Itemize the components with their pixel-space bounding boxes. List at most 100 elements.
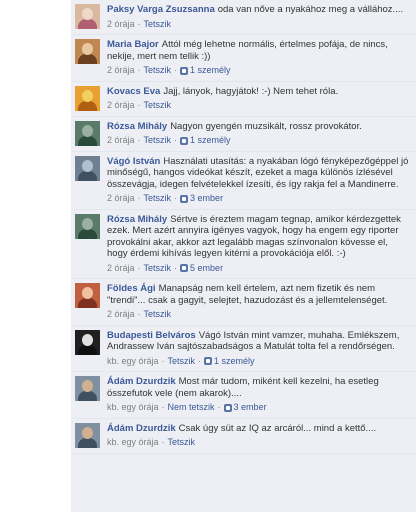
like-link[interactable]: Tetszik	[144, 263, 172, 275]
comment-content: Ádám Dzurdzik Most már tudom, miként kell…	[107, 376, 410, 414]
comment-content: Vágó István Használati utasítás: a nyakáb…	[107, 156, 410, 205]
avatar[interactable]	[75, 155, 100, 181]
separator: ·	[161, 355, 165, 366]
separator: ·	[137, 262, 141, 273]
thumbs-up-icon	[180, 194, 189, 203]
avatar[interactable]	[75, 329, 100, 355]
comment-text: Csak úgy süt az IQ az arcáról... mind a …	[178, 422, 377, 434]
comment-author[interactable]: Maria Bajor	[107, 39, 159, 50]
comment-timestamp: kb. egy órája	[107, 355, 159, 366]
thumbs-up-icon	[180, 66, 189, 75]
like-count[interactable]: 1 személy	[180, 65, 231, 77]
like-count[interactable]: 5 ember	[180, 263, 223, 275]
avatar[interactable]	[75, 4, 100, 29]
separator: ·	[174, 262, 178, 273]
comment-meta: 2 órája · Tetszik · 1 személy	[107, 135, 410, 147]
comment-timestamp: 2 órája	[107, 262, 135, 273]
like-link[interactable]: Tetszik	[144, 193, 172, 205]
like-count[interactable]: 3 ember	[180, 193, 223, 205]
comment: Paksy Varga Zsuzsanna oda van nőve a nyak…	[71, 0, 416, 35]
thumbs-up-icon	[223, 403, 232, 412]
like-link[interactable]: Tetszik	[144, 135, 172, 147]
separator: ·	[137, 135, 141, 145]
comment-author[interactable]: Vágó István	[107, 156, 160, 167]
comment-content: Budapesti Belváros Vágó István mint vamze…	[107, 330, 410, 368]
avatar[interactable]	[75, 422, 100, 448]
comment-timestamp: kb. egy órája	[107, 437, 159, 447]
thumbs-up-icon	[180, 136, 189, 145]
comment-meta: 2 órája · Tetszik	[107, 19, 410, 31]
comment-meta: 2 órája · Tetszik · 1 személy	[107, 65, 410, 77]
separator: ·	[217, 402, 221, 412]
like-count[interactable]: 1 személy	[204, 356, 255, 368]
avatar[interactable]	[75, 283, 100, 308]
comment-author[interactable]: Rózsa Mihály	[107, 214, 167, 225]
comment-text: oda van nőve a nyakához meg a vállához..…	[217, 4, 404, 15]
comment-content: Paksy Varga Zsuzsanna oda van nőve a nyak…	[107, 4, 410, 30]
comment-author[interactable]: Budapesti Belváros	[107, 330, 196, 341]
comment-timestamp: 2 órája	[107, 309, 135, 319]
comment-timestamp: 2 órája	[107, 100, 135, 110]
avatar[interactable]	[75, 213, 100, 239]
comment-meta: 2 órája · Tetszik	[107, 309, 410, 321]
comment-timestamp: kb. egy órája	[107, 402, 159, 412]
comment-content: Rózsa Mihály Sértve is éreztem magam tegn…	[107, 214, 410, 275]
comment: Rózsa Mihály Sértve is éreztem magam tegn…	[71, 210, 416, 279]
separator: ·	[174, 193, 178, 203]
avatar[interactable]	[75, 39, 100, 64]
comment-meta: 2 órája · Tetszik	[107, 100, 410, 112]
comment-content: Rózsa Mihály Nagyon gyengén muzsikált, ro…	[107, 121, 410, 147]
comment-content: Ádám Dzurdzik Csak úgy süt az IQ az arcár…	[107, 423, 410, 449]
comment-author[interactable]: Rózsa Mihály	[107, 121, 167, 132]
like-link[interactable]: Nem tetszik	[168, 402, 215, 414]
comment-author[interactable]: Kovacs Eva	[107, 86, 160, 97]
comment-author[interactable]: Ádám Dzurdzik	[107, 376, 176, 387]
like-count[interactable]: 3 ember	[223, 402, 267, 414]
avatar[interactable]	[75, 376, 100, 401]
comment-content: Földes Ági Manapság nem kell értelem, azt…	[107, 283, 410, 321]
comment: Rózsa Mihály Nagyon gyengén muzsikált, ro…	[71, 117, 416, 152]
comment-author[interactable]: Paksy Varga Zsuzsanna	[107, 4, 215, 15]
comment-timestamp: 2 órája	[107, 18, 135, 29]
separator: ·	[137, 65, 141, 75]
separator: ·	[174, 135, 178, 145]
like-count-label: 1 személy	[214, 355, 255, 366]
comment-thread: Paksy Varga Zsuzsanna oda van nőve a nyak…	[71, 0, 416, 512]
like-link[interactable]: Tetszik	[168, 356, 196, 368]
like-link[interactable]: Tetszik	[144, 19, 172, 31]
comment-meta: kb. egy órája · Tetszik · 1 személy	[107, 356, 410, 368]
like-link[interactable]: Tetszik	[144, 65, 172, 77]
comment-text: Nagyon gyengén muzsikált, rossz provokát…	[170, 120, 362, 132]
like-count-label: 3 ember	[233, 402, 267, 412]
like-count-label: 1 személy	[190, 65, 231, 75]
comment-content: Kovacs Eva Jajj, lányok, hagyjátok! :-) N…	[107, 86, 410, 112]
like-link[interactable]: Tetszik	[144, 100, 172, 112]
like-count-label: 5 ember	[190, 262, 224, 273]
comment-meta: kb. egy órája · Nem tetszik · 3 ember	[107, 402, 410, 414]
like-link[interactable]: Tetszik	[144, 309, 172, 321]
avatar[interactable]	[75, 120, 100, 146]
separator: ·	[137, 18, 141, 29]
separator: ·	[161, 437, 165, 447]
like-count[interactable]: 1 személy	[180, 135, 231, 147]
thumbs-up-icon	[204, 357, 213, 366]
separator: ·	[174, 65, 178, 75]
comment-meta: 2 órája · Tetszik · 3 ember	[107, 193, 410, 205]
comment-meta: 2 órája · Tetszik · 5 ember	[107, 263, 410, 275]
separator: ·	[161, 402, 165, 412]
comment: Földes Ági Manapság nem kell értelem, azt…	[71, 279, 416, 326]
like-count-label: 3 ember	[190, 193, 224, 203]
like-link[interactable]: Tetszik	[168, 437, 196, 449]
separator: ·	[137, 193, 141, 203]
comment: Vágó István Használati utasítás: a nyakáb…	[71, 152, 416, 210]
comment-content: Maria Bajor Attól még lehetne normális, é…	[107, 39, 410, 77]
comment-timestamp: 2 órája	[107, 193, 135, 203]
avatar[interactable]	[75, 85, 100, 111]
comment: Maria Bajor Attól még lehetne normális, é…	[71, 35, 416, 82]
comment-author[interactable]: Ádám Dzurdzik	[107, 423, 176, 434]
comment-timestamp: 2 órája	[107, 65, 135, 75]
separator: ·	[137, 100, 141, 110]
comment-author[interactable]: Földes Ági	[107, 283, 156, 294]
comment: Kovacs Eva Jajj, lányok, hagyjátok! :-) N…	[71, 82, 416, 117]
comment-text: Jajj, lányok, hagyjátok! :-) Nem tehet r…	[163, 85, 339, 97]
